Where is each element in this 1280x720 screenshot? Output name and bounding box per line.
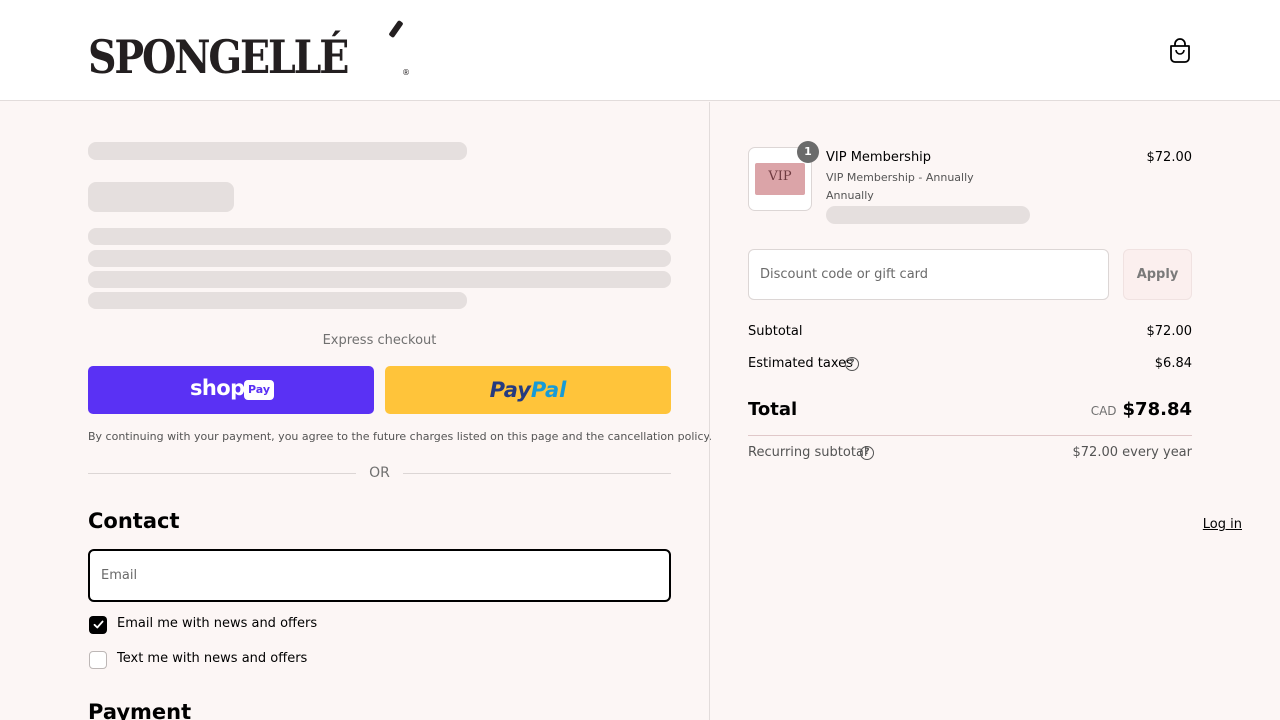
- quantity-badge: 1: [797, 141, 819, 163]
- total-divider: [748, 435, 1192, 436]
- brand-logo[interactable]: SPONGELLÉ ®: [88, 19, 410, 84]
- paypal-button[interactable]: PayPal: [385, 366, 671, 414]
- product-variant: VIP Membership - Annually: [826, 171, 974, 184]
- or-divider: OR: [88, 465, 671, 483]
- email-field[interactable]: [88, 549, 671, 602]
- email-news-checkbox[interactable]: [89, 616, 107, 634]
- taxes-help-icon[interactable]: ?: [845, 357, 859, 371]
- subtotal-label: Subtotal: [748, 324, 803, 339]
- discount-code-field[interactable]: [748, 249, 1109, 300]
- contact-heading: Contact: [88, 509, 180, 533]
- apply-discount-button[interactable]: Apply: [1123, 249, 1192, 300]
- divider-line: [88, 473, 356, 474]
- recurring-help-icon[interactable]: ?: [860, 446, 874, 460]
- or-label: OR: [369, 465, 390, 481]
- brand-accent-mark: [388, 19, 404, 39]
- vip-card-text: VIP: [768, 169, 792, 184]
- loading-skeleton: [88, 271, 671, 288]
- estimated-taxes-label: Estimated taxes: [748, 356, 853, 371]
- shop-pay-badge: Pay: [244, 380, 274, 400]
- divider-line: [403, 473, 671, 474]
- recurring-subtotal-value: $72.00 every year: [1072, 445, 1192, 460]
- express-checkout-label: Express checkout: [322, 333, 437, 348]
- product-price: $72.00: [1146, 150, 1193, 165]
- estimated-taxes-value: $6.84: [1154, 356, 1192, 371]
- loading-skeleton: [826, 206, 1030, 224]
- brand-logo-text: SPONGELLÉ: [88, 30, 349, 84]
- total-label: Total: [748, 399, 798, 420]
- shopping-bag-icon: [1170, 38, 1190, 63]
- cart-button[interactable]: [1166, 36, 1194, 66]
- loading-skeleton: [88, 292, 467, 309]
- total-currency: CAD: [1090, 404, 1117, 418]
- loading-skeleton: [88, 228, 671, 245]
- text-news-label: Text me with news and offers: [117, 651, 308, 666]
- shop-pay-logo-word: shop: [190, 376, 245, 400]
- email-news-checkbox-row[interactable]: Email me with news and offers: [88, 615, 328, 635]
- email-news-label: Email me with news and offers: [117, 616, 318, 631]
- paypal-logo-part1: Pay: [489, 378, 531, 402]
- total-value: $78.84: [1122, 399, 1192, 420]
- registered-mark: ®: [402, 68, 410, 77]
- recurring-subtotal-label: Recurring subtotal: [748, 445, 868, 460]
- shop-pay-button[interactable]: shop Pay: [88, 366, 374, 414]
- checkmark-icon: [93, 620, 104, 629]
- product-frequency: Annually: [826, 189, 874, 202]
- product-title: VIP Membership: [826, 150, 932, 165]
- loading-skeleton: [88, 182, 234, 212]
- subtotal-value: $72.00: [1146, 324, 1193, 339]
- loading-skeleton: [88, 250, 671, 267]
- header: SPONGELLÉ ®: [0, 0, 1280, 101]
- loading-skeleton: [88, 142, 467, 160]
- total-amount: CAD $78.84: [1091, 399, 1192, 420]
- paypal-logo-part2: Pal: [530, 378, 567, 402]
- payment-consent-text: By continuing with your payment, you agr…: [88, 430, 712, 443]
- text-news-checkbox-row[interactable]: Text me with news and offers: [88, 650, 328, 670]
- order-summary: VIP 1 VIP Membership VIP Membership - An…: [710, 102, 1280, 720]
- payment-heading: Payment: [88, 700, 192, 720]
- vip-card-image: VIP: [755, 163, 805, 195]
- text-news-checkbox[interactable]: [89, 651, 107, 669]
